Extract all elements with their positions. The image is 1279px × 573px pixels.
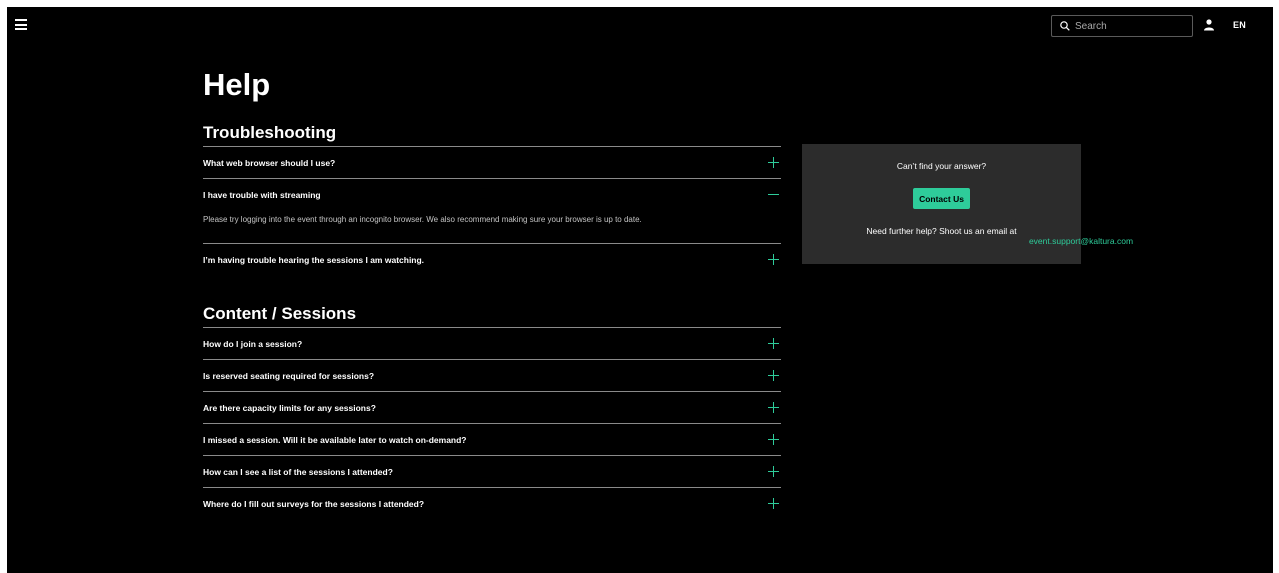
faq-item: Are there capacity limits for any sessio… bbox=[203, 392, 781, 424]
faq-item-expanded: I have trouble with streaming Please try… bbox=[203, 179, 781, 244]
faq-question-text: Is reserved seating required for session… bbox=[203, 370, 375, 381]
help-card: Can’t find your answer? Contact Us Need … bbox=[802, 144, 1133, 264]
page-title: Help bbox=[203, 67, 271, 102]
faq-item: I’m having trouble hearing the sessions … bbox=[203, 244, 781, 275]
faq-question-text: What web browser should I use? bbox=[203, 157, 336, 168]
menu-icon[interactable] bbox=[15, 19, 27, 30]
plus-icon[interactable] bbox=[768, 434, 779, 445]
faq-question-button[interactable]: Where do I fill out surveys for the sess… bbox=[203, 488, 781, 519]
faq-item: I missed a session. Will it be available… bbox=[203, 424, 781, 456]
top-bar: EN bbox=[7, 7, 1273, 47]
faq-item: How do I join a session? bbox=[203, 328, 781, 360]
plus-icon[interactable] bbox=[768, 338, 779, 349]
faq-item: What web browser should I use? bbox=[203, 147, 781, 179]
faq-section-troubleshooting: Troubleshooting What web browser should … bbox=[203, 123, 781, 275]
faq-question-text: Where do I fill out surveys for the sess… bbox=[203, 498, 425, 509]
faq-question-text: How do I join a session? bbox=[203, 338, 303, 349]
faq-section-content-sessions: Content / Sessions How do I join a sessi… bbox=[203, 304, 781, 519]
minus-icon[interactable] bbox=[768, 189, 779, 200]
contact-us-button[interactable]: Contact Us bbox=[913, 188, 970, 209]
faq-question-button[interactable]: How can I see a list of the sessions I a… bbox=[203, 456, 781, 487]
app-frame: EN Help Troubleshooting What web browser… bbox=[7, 7, 1273, 573]
section-title: Troubleshooting bbox=[203, 123, 781, 147]
faq-question-button[interactable]: Is reserved seating required for session… bbox=[203, 360, 781, 391]
help-card-further-text: Need further help? Shoot us an email at bbox=[866, 226, 1017, 236]
support-email-link[interactable]: event.support@kaltura.com bbox=[942, 236, 1221, 246]
faq-question-text: I have trouble with streaming bbox=[203, 189, 321, 200]
faq-item: Where do I fill out surveys for the sess… bbox=[203, 488, 781, 519]
faq-question-button[interactable]: I missed a session. Will it be available… bbox=[203, 424, 781, 455]
language-selector[interactable]: EN bbox=[1233, 20, 1246, 30]
plus-icon[interactable] bbox=[768, 402, 779, 413]
faq-question-button[interactable]: What web browser should I use? bbox=[203, 147, 781, 178]
plus-icon[interactable] bbox=[768, 466, 779, 477]
section-title: Content / Sessions bbox=[203, 304, 781, 328]
faq-question-button[interactable]: I’m having trouble hearing the sessions … bbox=[203, 244, 781, 275]
faq-question-text: I’m having trouble hearing the sessions … bbox=[203, 254, 425, 265]
search-box[interactable] bbox=[1051, 15, 1193, 37]
faq-question-text: I missed a session. Will it be available… bbox=[203, 434, 467, 445]
faq-item: Is reserved seating required for session… bbox=[203, 360, 781, 392]
faq-item: How can I see a list of the sessions I a… bbox=[203, 456, 781, 488]
plus-icon[interactable] bbox=[768, 254, 779, 265]
faq-question-button[interactable]: How do I join a session? bbox=[203, 328, 781, 359]
search-input[interactable] bbox=[1075, 20, 1185, 32]
user-icon[interactable] bbox=[1204, 19, 1214, 31]
help-card-prompt: Can’t find your answer? bbox=[896, 161, 987, 171]
plus-icon[interactable] bbox=[768, 157, 779, 168]
faq-question-text: How can I see a list of the sessions I a… bbox=[203, 466, 393, 477]
search-icon bbox=[1060, 21, 1070, 31]
faq-question-text: Are there capacity limits for any sessio… bbox=[203, 402, 376, 413]
plus-icon[interactable] bbox=[768, 370, 779, 381]
faq-question-button[interactable]: I have trouble with streaming bbox=[203, 179, 781, 210]
plus-icon[interactable] bbox=[768, 498, 779, 509]
faq-question-button[interactable]: Are there capacity limits for any sessio… bbox=[203, 392, 781, 423]
faq-answer: Please try logging into the event throug… bbox=[203, 215, 642, 224]
